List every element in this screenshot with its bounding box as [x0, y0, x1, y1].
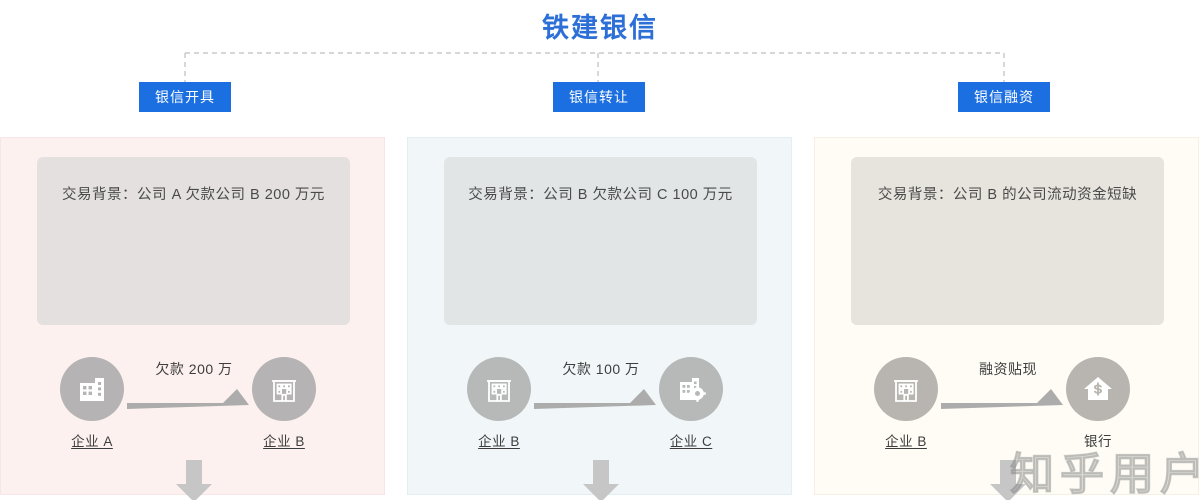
diagram-canvas: 铁建银信 银信开具 银信转让 银信融资 交易背景：公司 A 欠款公司 B 200… — [0, 0, 1200, 500]
transaction-context-card: 交易背景：公司 B 欠款公司 C 100 万元 — [444, 157, 757, 325]
node-label: 企业 B — [263, 434, 305, 449]
panel-yinxin-rongzi: 交易背景：公司 B 的公司流动资金短缺 企业 B 融资贴现 银行 — [814, 137, 1200, 500]
node-label: 企业 C — [669, 434, 713, 449]
panel-yinxin-kaiju: 交易背景：公司 A 欠款公司 B 200 万元 企业 A 欠款 200 万 企业… — [0, 137, 386, 500]
transaction-context-card: 交易背景：公司 A 欠款公司 B 200 万元 — [37, 157, 350, 325]
building-solid-icon — [60, 357, 124, 421]
bank-house-dollar-icon — [1066, 357, 1130, 421]
transaction-context-text: 交易背景：公司 B 欠款公司 C 100 万元 — [468, 187, 733, 203]
building-outline-icon — [252, 357, 316, 421]
page-title: 铁建银信 — [542, 13, 658, 43]
factory-gear-icon — [659, 357, 723, 421]
building-outline-icon — [874, 357, 938, 421]
flow-row-top: 企业 B 融资贴现 银行 — [815, 357, 1200, 467]
transaction-context-text: 交易背景：公司 A 欠款公司 B 200 万元 — [62, 187, 325, 203]
down-arrow-icon — [583, 460, 619, 500]
panel-yinxin-zhuanrang: 交易背景：公司 B 欠款公司 C 100 万元 企业 B 欠款 100 万 企业… — [407, 137, 793, 500]
node-enterprise-a-top[interactable]: 企业 A — [47, 357, 137, 450]
node-label: 企业 A — [71, 434, 113, 449]
flow-row-top: 企业 A 欠款 200 万 企业 B — [1, 357, 386, 467]
transaction-context-text: 交易背景：公司 B 的公司流动资金短缺 — [877, 187, 1138, 203]
node-label: 企业 B — [885, 434, 927, 449]
flow-row-top: 企业 B 欠款 100 万 企业 C — [408, 357, 793, 467]
node-enterprise-b-top[interactable]: 企业 B — [861, 357, 951, 450]
node-label: 企业 B — [478, 434, 520, 449]
node-enterprise-c-top[interactable]: 企业 C — [646, 357, 736, 450]
tab-yinxin-kaiju[interactable]: 银信开具 — [139, 82, 231, 112]
node-label: 银行 — [1084, 434, 1112, 449]
down-arrow-icon — [990, 460, 1026, 500]
down-arrow-icon — [176, 460, 212, 500]
node-bank-top[interactable]: 银行 — [1053, 357, 1143, 450]
tab-yinxin-rongzi[interactable]: 银信融资 — [958, 82, 1050, 112]
node-enterprise-b-top[interactable]: 企业 B — [239, 357, 329, 450]
transaction-context-card: 交易背景：公司 B 的公司流动资金短缺 — [851, 157, 1164, 325]
node-enterprise-b-top[interactable]: 企业 B — [454, 357, 544, 450]
tab-yinxin-zhuanrang[interactable]: 银信转让 — [553, 82, 645, 112]
building-outline-icon — [467, 357, 531, 421]
